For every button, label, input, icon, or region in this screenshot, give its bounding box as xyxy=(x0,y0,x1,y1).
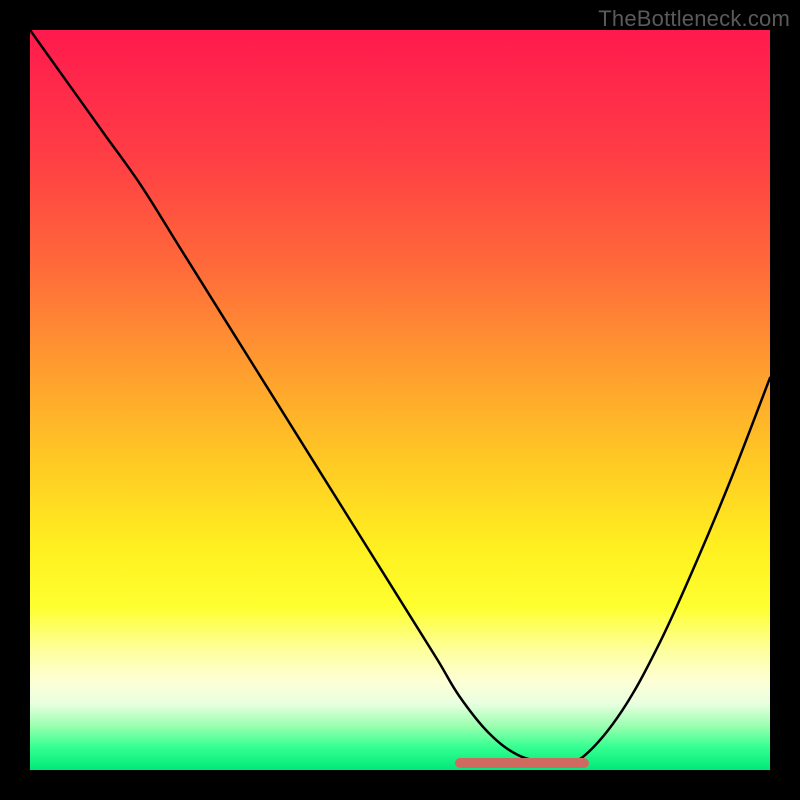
chart-frame: TheBottleneck.com xyxy=(0,0,800,800)
plot-area xyxy=(30,30,770,770)
bottleneck-curve xyxy=(30,30,770,770)
watermark-text: TheBottleneck.com xyxy=(598,6,790,32)
optimal-zone-marker xyxy=(455,758,589,768)
